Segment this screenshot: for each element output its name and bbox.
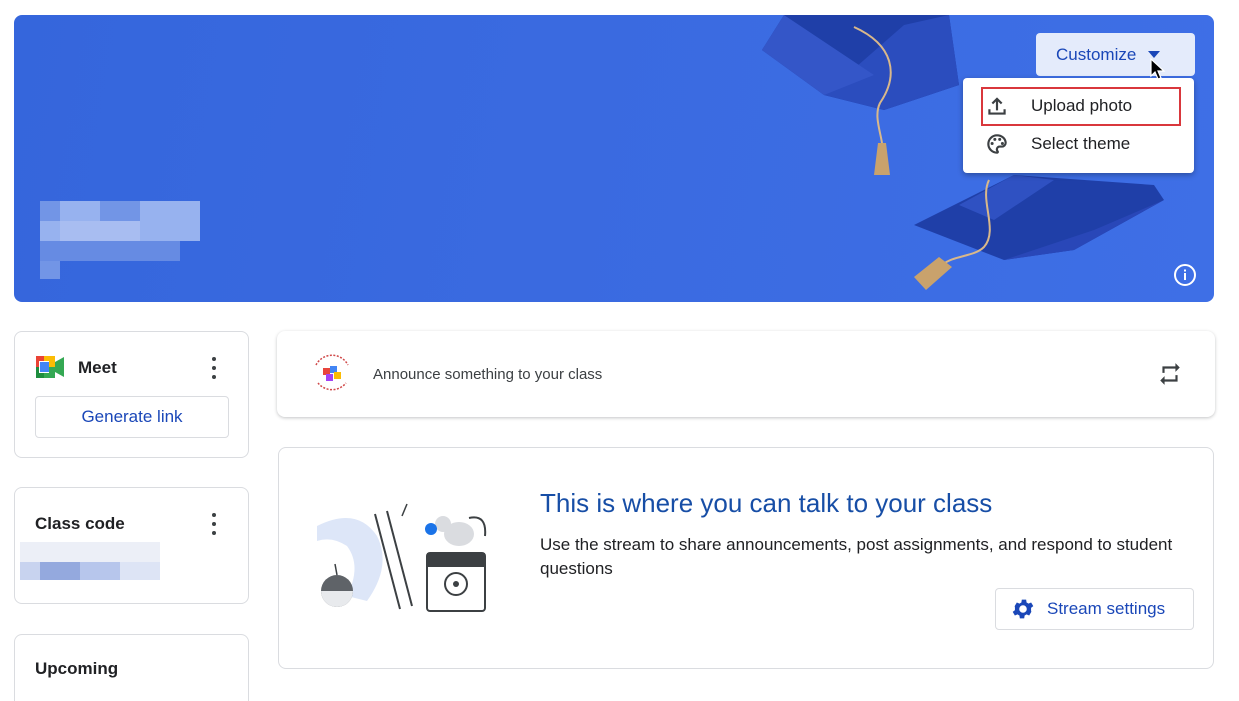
upcoming-card: Upcoming xyxy=(14,634,249,701)
gear-icon xyxy=(1012,599,1034,619)
meet-more-options-icon[interactable] xyxy=(209,357,219,379)
google-meet-logo-icon xyxy=(36,356,64,378)
stream-settings-button[interactable]: Stream settings xyxy=(995,588,1194,630)
stream-info-card: This is where you can talk to your class… xyxy=(278,447,1214,669)
repost-icon[interactable] xyxy=(1157,361,1183,387)
stream-description: Use the stream to share announcements, p… xyxy=(540,535,1173,578)
palette-icon xyxy=(983,130,1011,158)
caret-down-icon xyxy=(1148,51,1161,58)
class-code-card: Class code xyxy=(14,487,249,604)
announce-placeholder: Announce something to your class xyxy=(373,366,603,383)
class-code-title: Class code xyxy=(35,514,125,533)
info-icon[interactable] xyxy=(1173,263,1197,287)
stream-illustration xyxy=(317,503,487,612)
customize-button[interactable]: Customize xyxy=(1036,33,1195,76)
stream-title: This is where you can talk to your class xyxy=(540,488,993,518)
meet-title: Meet xyxy=(78,358,117,377)
upcoming-title: Upcoming xyxy=(35,659,119,678)
stream-settings-label: Stream settings xyxy=(1047,599,1166,618)
class-avatar xyxy=(308,349,356,397)
meet-card: Meet Generate link xyxy=(14,331,249,458)
customize-label: Customize xyxy=(1056,44,1137,64)
generate-link-button[interactable]: Generate link xyxy=(35,396,229,438)
upload-photo-highlight xyxy=(981,87,1181,126)
class-code-more-options-icon[interactable] xyxy=(209,513,219,535)
select-theme-label: Select theme xyxy=(1031,134,1131,153)
announce-bar[interactable]: Announce something to your class xyxy=(277,331,1215,417)
mouse-pointer-icon xyxy=(1150,58,1166,80)
menu-item-select-theme[interactable]: Select theme xyxy=(963,125,1194,163)
